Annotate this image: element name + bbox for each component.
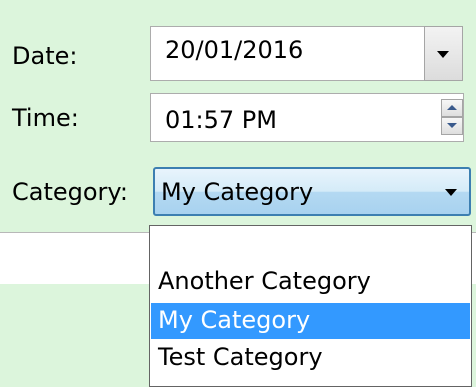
dropdown-option-test-category[interactable]: Test Category — [151, 340, 470, 376]
option-label: Test Category — [158, 343, 323, 371]
date-picker[interactable]: 20/01/2016 — [150, 26, 463, 81]
category-combobox[interactable]: My Category — [153, 167, 471, 216]
time-value: 01:57 PM — [165, 106, 277, 134]
option-label: Another Category — [158, 267, 371, 295]
date-label: Date: — [12, 42, 78, 70]
dropdown-option-empty[interactable] — [151, 229, 470, 264]
time-increment-button[interactable] — [441, 99, 463, 117]
date-dropdown-button[interactable] — [424, 26, 463, 81]
dropdown-option-another-category[interactable]: Another Category — [151, 264, 470, 300]
category-value: My Category — [161, 178, 314, 206]
category-dropdown-list: Another Category My Category Test Catego… — [149, 225, 472, 387]
chevron-down-icon — [437, 51, 449, 58]
chevron-down-icon — [445, 189, 457, 196]
dropdown-option-my-category[interactable]: My Category — [151, 303, 470, 339]
spin-up-icon — [447, 105, 457, 110]
category-label: Category: — [12, 178, 128, 206]
time-decrement-button[interactable] — [441, 117, 463, 135]
spin-down-icon — [447, 123, 457, 128]
time-label: Time: — [12, 104, 79, 132]
time-input[interactable]: 01:57 PM — [150, 93, 464, 142]
date-value: 20/01/2016 — [165, 36, 304, 64]
option-label: My Category — [158, 306, 311, 334]
